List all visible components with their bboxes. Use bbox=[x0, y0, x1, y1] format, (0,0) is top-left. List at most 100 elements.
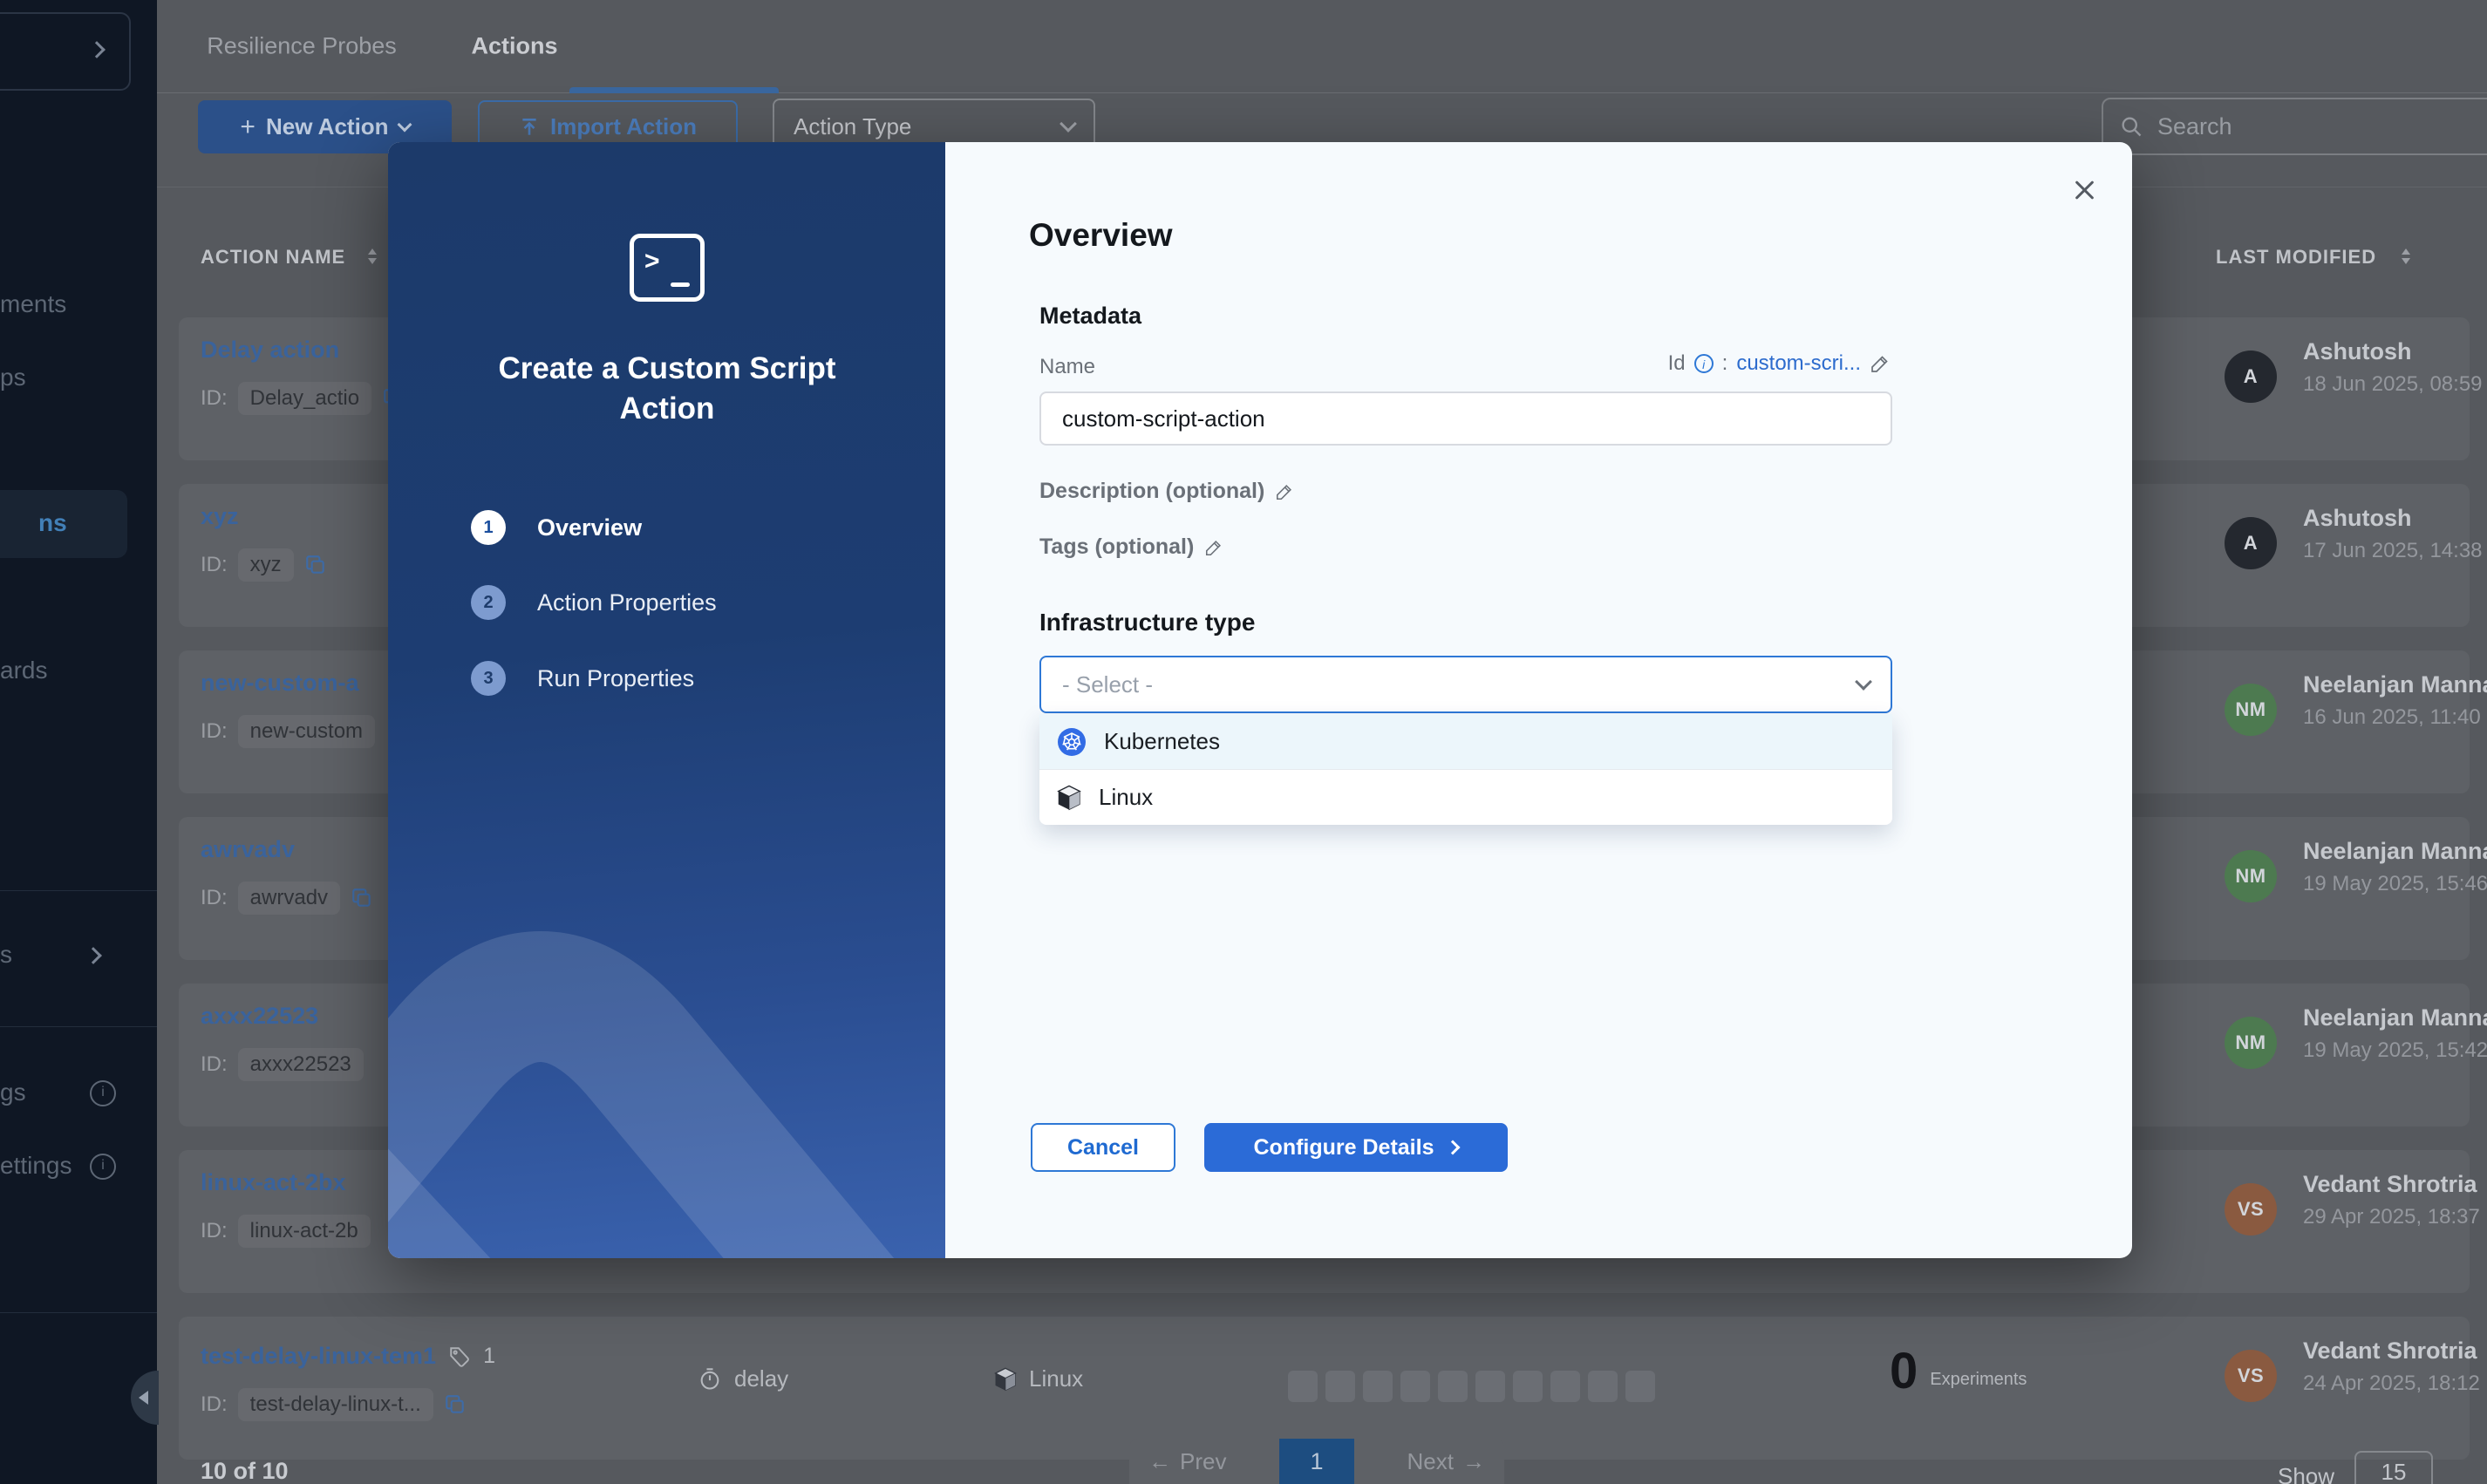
action-type-cell: delay bbox=[698, 1365, 788, 1392]
search-icon bbox=[2119, 114, 2143, 139]
copy-icon[interactable] bbox=[351, 887, 373, 909]
infrastructure-cell: Linux bbox=[994, 1365, 1083, 1392]
tag-count: 1 bbox=[483, 1344, 495, 1369]
sidebar-divider bbox=[0, 1312, 157, 1313]
modified-date: 24 Apr 2025, 18:12 bbox=[2303, 1372, 2480, 1396]
page-size-select[interactable]: 15 bbox=[2354, 1451, 2433, 1484]
last-modified-cell: Ashutosh 17 Jun 2025, 14:38 bbox=[2303, 505, 2483, 563]
sidebar-item-settings[interactable]: ettings bbox=[0, 1152, 72, 1180]
wizard-step-action-properties[interactable]: 2 Action Properties bbox=[471, 585, 717, 620]
wizard-step-run-properties[interactable]: 3 Run Properties bbox=[471, 661, 694, 696]
id-value: xyz bbox=[238, 548, 294, 582]
experiments-cell: 0 Experiments bbox=[1890, 1346, 2027, 1397]
cancel-button[interactable]: Cancel bbox=[1031, 1123, 1175, 1172]
info-icon[interactable] bbox=[1694, 354, 1714, 373]
tags-label-text: Tags (optional) bbox=[1039, 534, 1194, 560]
tab-resilience-probes[interactable]: Resilience Probes bbox=[207, 33, 397, 60]
sidebar-divider bbox=[0, 890, 157, 891]
option-linux[interactable]: Linux bbox=[1039, 770, 1892, 825]
action-id: ID: Delay_actio bbox=[201, 382, 405, 415]
avatar: VS bbox=[2225, 1183, 2277, 1236]
action-id: ID: new-custom bbox=[201, 715, 375, 748]
chevron-down-icon bbox=[397, 117, 412, 132]
edit-pencil-icon[interactable] bbox=[1870, 353, 1891, 374]
action-name-link[interactable]: axxx22523 bbox=[201, 1003, 318, 1030]
wizard-step-overview[interactable]: 1 Overview bbox=[471, 510, 642, 545]
id-separator: : bbox=[1722, 351, 1728, 376]
avatar: NM bbox=[2225, 1017, 2277, 1069]
copy-icon[interactable] bbox=[304, 554, 327, 576]
action-name-link[interactable]: Delay action bbox=[201, 337, 339, 364]
project-selector[interactable] bbox=[0, 12, 131, 91]
last-modified-cell: Vedant Shrotria 29 Apr 2025, 18:37 bbox=[2303, 1171, 2480, 1229]
next-page-button[interactable]: Next bbox=[1407, 1448, 1485, 1475]
last-modified-cell: Neelanjan Manna 16 Jun 2025, 11:40 bbox=[2303, 671, 2487, 730]
action-name-link[interactable]: new-custom-a bbox=[201, 670, 359, 697]
sidebar-item-dashboards[interactable]: ards bbox=[0, 657, 47, 684]
id-label: ID: bbox=[201, 553, 228, 577]
step-label: Overview bbox=[537, 514, 642, 541]
id-value: axxx22523 bbox=[238, 1048, 364, 1081]
sidebar-item-hubs[interactable]: ps bbox=[0, 364, 26, 391]
search-input[interactable] bbox=[2156, 112, 2447, 141]
chevron-right-icon bbox=[85, 947, 102, 964]
chevron-down-icon bbox=[1855, 673, 1872, 691]
id-label: ID: bbox=[201, 719, 228, 744]
info-icon[interactable] bbox=[90, 1080, 116, 1106]
chevron-down-icon bbox=[1060, 115, 1077, 133]
infrastructure-type-heading: Infrastructure type bbox=[1039, 609, 1255, 636]
option-kubernetes[interactable]: Kubernetes bbox=[1039, 714, 1892, 770]
avatar: VS bbox=[2225, 1350, 2277, 1402]
new-action-label: New Action bbox=[266, 113, 389, 140]
search-box[interactable] bbox=[2102, 98, 2487, 155]
chevron-right-icon bbox=[1446, 1140, 1461, 1155]
row-count: 10 of 10 bbox=[201, 1458, 289, 1484]
infrastructure-type-select[interactable]: - Select - bbox=[1039, 656, 1892, 713]
sidebar: ments ps ns ards s gs ettings bbox=[0, 0, 157, 1484]
chevron-left-icon bbox=[139, 1391, 148, 1405]
prev-page-button[interactable]: Prev bbox=[1148, 1448, 1226, 1475]
last-modified-cell: Ashutosh 18 Jun 2025, 08:59 bbox=[2303, 338, 2483, 397]
info-icon[interactable] bbox=[90, 1154, 116, 1180]
configure-details-button[interactable]: Configure Details bbox=[1204, 1123, 1508, 1172]
copy-icon[interactable] bbox=[444, 1393, 467, 1416]
sort-icon[interactable] bbox=[2400, 248, 2412, 265]
id-value: test-delay-linux-t... bbox=[238, 1388, 433, 1421]
tab-actions[interactable]: Actions bbox=[471, 33, 557, 60]
plus-icon: + bbox=[240, 112, 256, 142]
harness-logo-watermark bbox=[388, 142, 945, 1258]
page-number[interactable]: 1 bbox=[1279, 1439, 1354, 1484]
modal-title: Create a Custom Script Action bbox=[475, 349, 859, 429]
modified-date: 16 Jun 2025, 11:40 bbox=[2303, 705, 2487, 730]
action-name-link[interactable]: awrvadv bbox=[201, 836, 295, 863]
tag-icon bbox=[448, 1345, 471, 1368]
name-input[interactable] bbox=[1039, 391, 1892, 446]
sidebar-item-flags[interactable]: gs bbox=[0, 1079, 26, 1106]
modified-by: Ashutosh bbox=[2303, 505, 2483, 532]
edit-pencil-icon[interactable] bbox=[1275, 482, 1294, 501]
action-name-link[interactable]: test-delay-linux-tem1 1 bbox=[201, 1343, 495, 1370]
id-label: Id bbox=[1668, 351, 1686, 376]
sort-icon[interactable] bbox=[366, 248, 378, 265]
show-label: Show bbox=[2278, 1463, 2334, 1484]
action-id: ID: awrvadv bbox=[201, 882, 373, 915]
id-value: linux-act-2b bbox=[238, 1215, 371, 1248]
close-icon[interactable] bbox=[2071, 177, 2097, 203]
sidebar-item-actions[interactable]: ns bbox=[0, 490, 127, 558]
modified-date: 19 May 2025, 15:42 bbox=[2303, 1038, 2487, 1063]
edit-pencil-icon[interactable] bbox=[1204, 538, 1223, 557]
id-value: Delay_actio bbox=[238, 382, 371, 415]
last-modified-cell: Neelanjan Manna 19 May 2025, 15:42 bbox=[2303, 1004, 2487, 1063]
modified-date: 19 May 2025, 15:46 bbox=[2303, 872, 2487, 896]
next-label: Next bbox=[1407, 1448, 1454, 1475]
modified-date: 29 Apr 2025, 18:37 bbox=[2303, 1205, 2480, 1229]
sidebar-item-experiments[interactable]: ments bbox=[0, 290, 66, 318]
action-name-link[interactable]: xyz bbox=[201, 503, 239, 530]
modified-date: 17 Jun 2025, 14:38 bbox=[2303, 539, 2483, 563]
id-value-link[interactable]: custom-scri... bbox=[1736, 351, 1861, 376]
experiments-label: Experiments bbox=[1930, 1370, 2027, 1397]
id-value: awrvadv bbox=[238, 882, 340, 915]
action-name-link[interactable]: linux-act-2bx bbox=[201, 1169, 346, 1196]
infrastructure-type-menu: Kubernetes Linux bbox=[1039, 714, 1892, 825]
sidebar-item-group[interactable]: s bbox=[0, 941, 12, 969]
